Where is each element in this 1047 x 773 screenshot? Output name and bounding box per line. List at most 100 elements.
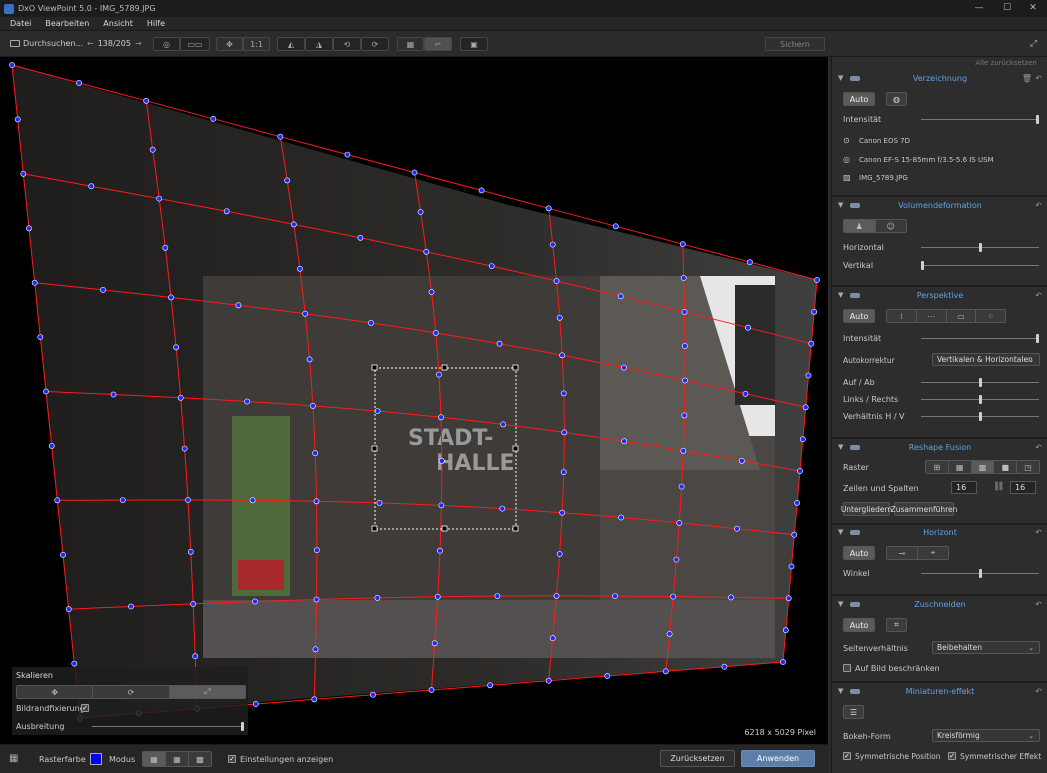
raster-16-option[interactable]: ▩ bbox=[971, 461, 995, 473]
perspective-tool-button[interactable]: ◮ bbox=[305, 37, 333, 51]
guides-button[interactable]: ⌐ bbox=[424, 37, 452, 51]
menu-datei[interactable]: Datei bbox=[10, 19, 31, 28]
vertical-parallel-option[interactable]: ⁞ bbox=[887, 310, 917, 322]
grid-control-point[interactable] bbox=[312, 646, 319, 653]
verhaeltnis-slider-knob[interactable] bbox=[978, 412, 982, 421]
grid-control-point[interactable] bbox=[721, 663, 728, 670]
grid-control-point[interactable] bbox=[666, 631, 673, 637]
grid-control-point[interactable] bbox=[9, 62, 15, 68]
section-perspektive-header[interactable]: ▼ Perspektive ↶ bbox=[832, 288, 1047, 302]
unterteilen-button[interactable]: Untergliedern bbox=[841, 502, 892, 516]
move-tool-button[interactable]: ✥ bbox=[216, 37, 243, 51]
canvas-svg[interactable]: STADT- HALLE bbox=[0, 57, 828, 744]
grid-control-point[interactable] bbox=[782, 627, 789, 634]
grid-control-point[interactable] bbox=[374, 595, 381, 601]
grid-control-point[interactable] bbox=[119, 497, 126, 503]
grid-control-point[interactable] bbox=[811, 308, 818, 315]
grid-control-point[interactable] bbox=[252, 598, 258, 605]
grid-control-point[interactable] bbox=[185, 497, 191, 503]
sym-position-checkbox[interactable]: ✓ bbox=[843, 752, 851, 760]
horizontal-slider-knob[interactable] bbox=[978, 243, 982, 252]
grid-mode-distorted-option[interactable]: ▦ bbox=[143, 752, 166, 766]
grid-control-point[interactable] bbox=[149, 146, 156, 153]
autokorrektur-dropdown[interactable]: Vertikalen & Horizontalen ⌄ bbox=[932, 353, 1040, 366]
overlay-button[interactable]: ▣ bbox=[460, 37, 488, 51]
grid-control-point[interactable] bbox=[673, 556, 680, 563]
rows-input[interactable]: 16 bbox=[951, 481, 977, 494]
grid-control-point[interactable] bbox=[190, 601, 197, 607]
grid-control-point[interactable] bbox=[560, 390, 567, 397]
grid-control-point[interactable] bbox=[252, 701, 259, 707]
grid-control-point[interactable] bbox=[559, 352, 566, 359]
grid-control-point[interactable] bbox=[780, 659, 786, 665]
grid-control-point[interactable] bbox=[814, 277, 820, 283]
grid-control-point[interactable] bbox=[210, 115, 217, 122]
grid-control-point[interactable] bbox=[128, 603, 134, 610]
grid-control-point[interactable] bbox=[431, 640, 438, 647]
undo-icon[interactable]: ↶ bbox=[1035, 74, 1042, 83]
ausbreitung-slider-knob[interactable] bbox=[241, 722, 244, 731]
winkel-slider-knob[interactable] bbox=[978, 569, 982, 578]
zuschneiden-auto-button[interactable]: Auto bbox=[843, 618, 875, 632]
grid-control-point[interactable] bbox=[738, 457, 745, 464]
grid-control-point[interactable] bbox=[168, 294, 174, 301]
perspektive-intensity-track[interactable] bbox=[921, 338, 1039, 339]
grid-control-point[interactable] bbox=[369, 691, 376, 698]
save-button[interactable]: Sichern bbox=[765, 37, 825, 51]
ausbreitung-slider-track[interactable] bbox=[92, 726, 244, 727]
grid-toggle-icon[interactable]: ▦ bbox=[9, 753, 18, 764]
grid-control-point[interactable] bbox=[54, 497, 61, 504]
menu-hilfe[interactable]: Hilfe bbox=[147, 19, 165, 28]
grid-control-point[interactable] bbox=[181, 445, 188, 452]
grid-control-point[interactable] bbox=[177, 394, 184, 401]
grid-control-point[interactable] bbox=[187, 548, 194, 555]
grid-control-point[interactable] bbox=[428, 289, 435, 295]
vertikal-slider-knob[interactable] bbox=[921, 261, 924, 270]
grid-control-point[interactable] bbox=[553, 278, 560, 284]
grid-control-point[interactable] bbox=[499, 505, 506, 512]
grid-control-point[interactable] bbox=[223, 208, 230, 215]
sym-effekt-checkbox[interactable]: ✓ bbox=[948, 752, 956, 760]
grid-control-point[interactable] bbox=[438, 457, 445, 464]
grid-control-point[interactable] bbox=[244, 398, 251, 405]
section-verzeichnung-header[interactable]: ▼ Verzeichnung 🗑 ↶ bbox=[832, 71, 1047, 85]
trash-icon[interactable]: 🗑 bbox=[1022, 74, 1032, 83]
grid-control-point[interactable] bbox=[681, 412, 688, 419]
grid-control-point[interactable] bbox=[110, 391, 117, 398]
grid-control-point[interactable] bbox=[432, 329, 439, 336]
grid-control-point[interactable] bbox=[788, 563, 795, 570]
bildrand-checkbox[interactable]: ✓ bbox=[81, 704, 89, 712]
grid-control-point[interactable] bbox=[559, 509, 566, 516]
horizont-point-option[interactable]: ⌖ bbox=[918, 547, 948, 559]
grid-control-point[interactable] bbox=[553, 593, 560, 599]
grid-control-point[interactable] bbox=[545, 205, 552, 212]
grid-control-point[interactable] bbox=[143, 97, 150, 104]
grid-control-point[interactable] bbox=[612, 223, 619, 230]
raster-4-option[interactable]: ⊞ bbox=[926, 461, 949, 473]
fullscreen-icon[interactable]: ⤢ bbox=[1030, 39, 1037, 49]
lens-profile-button[interactable]: ◍ bbox=[886, 92, 907, 106]
beschraenken-checkbox[interactable] bbox=[843, 664, 851, 672]
grid-control-point[interactable] bbox=[313, 547, 320, 553]
grid-control-point[interactable] bbox=[734, 525, 740, 532]
grid-control-point[interactable] bbox=[65, 606, 72, 613]
grid-control-point[interactable] bbox=[549, 635, 556, 642]
grid-mode-regular-option[interactable]: ▦ bbox=[166, 752, 189, 766]
grid-control-point[interactable] bbox=[48, 442, 55, 449]
grid-control-point[interactable] bbox=[805, 372, 812, 379]
grid-control-point[interactable] bbox=[676, 520, 683, 526]
grid-control-point[interactable] bbox=[88, 183, 95, 190]
scale-rotate-option[interactable]: ⟳ bbox=[93, 686, 170, 698]
raster-9-option[interactable]: ▦ bbox=[948, 461, 972, 473]
grid-control-point[interactable] bbox=[808, 340, 815, 347]
grid-control-point[interactable] bbox=[235, 302, 242, 309]
links-rechts-slider-knob[interactable] bbox=[978, 395, 982, 404]
tilt-tool-button[interactable]: ◭ bbox=[277, 37, 305, 51]
grid-control-point[interactable] bbox=[745, 324, 751, 331]
grid-control-point[interactable] bbox=[604, 673, 611, 679]
undo-icon[interactable]: ↶ bbox=[1035, 687, 1042, 696]
apply-button[interactable]: Anwenden bbox=[741, 750, 815, 767]
auf-ab-slider-knob[interactable] bbox=[978, 378, 982, 387]
grid-control-point[interactable] bbox=[312, 450, 319, 457]
grid-control-point[interactable] bbox=[681, 308, 688, 315]
